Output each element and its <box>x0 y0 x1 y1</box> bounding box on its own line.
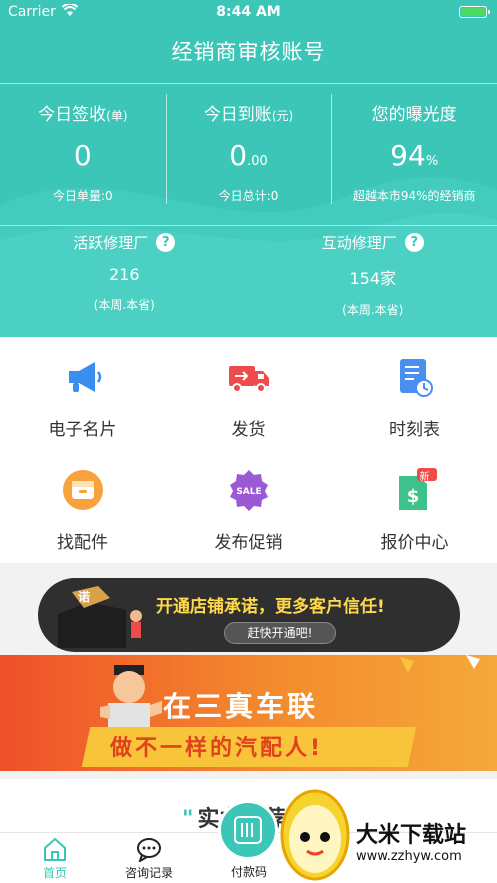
quote-dollar-icon: $ 新 <box>393 468 437 512</box>
barcode-icon <box>234 816 262 844</box>
factory-value: 216 <box>108 265 140 284</box>
stat-sub: 今日单量:0 <box>52 189 113 203</box>
stat-sub: 超越本市94%的经销商 <box>352 189 476 203</box>
new-badge: 新 <box>419 472 430 483</box>
feature-publish-promotion[interactable]: SALE 发布促销 <box>166 450 331 563</box>
tab-consult-records[interactable]: 咨询记录 <box>94 833 204 883</box>
megaphone-icon <box>61 355 105 399</box>
stat-today-received[interactable]: 今日到账(元) 0.00 今日总计:0 <box>165 94 332 206</box>
svg-text:SALE: SALE <box>236 487 261 497</box>
stat-exposure[interactable]: 您的曝光度 94% 超越本市94%的经销商 <box>331 94 497 206</box>
factory-value: 154家 <box>349 269 397 288</box>
watermark-text: 大米下载站 <box>356 823 467 848</box>
watermark-url: www.zzhyw.com <box>356 849 462 864</box>
status-bar: Carrier 8:44 AM <box>0 0 497 24</box>
open-shop-button[interactable]: 赶快开通吧! <box>224 622 336 644</box>
feature-label: 时刻表 <box>389 420 440 440</box>
active-factories[interactable]: 活跃修理厂? 216 (本周.本省) <box>0 232 249 318</box>
stat-label: 您的曝光度 <box>371 105 457 125</box>
feature-grid: 电子名片 发货 时刻表 找配件 SALE 发布促销 $ 新 报价中心 <box>0 337 497 563</box>
stat-unit: (元) <box>271 109 294 123</box>
watermark: 大米下载站 www.zzhyw.com <box>276 783 497 883</box>
parts-box-icon <box>61 468 105 512</box>
svg-text:$: $ <box>406 486 419 507</box>
divider <box>0 83 497 84</box>
feature-schedule[interactable]: 时刻表 <box>332 337 497 450</box>
factory-stats: 活跃修理厂? 216 (本周.本省) 互动修理厂? 154家 (本周.本省) <box>0 232 497 318</box>
stat-value: 94 <box>390 139 426 172</box>
confetti-decoration <box>400 655 480 673</box>
clock: 8:44 AM <box>216 4 281 20</box>
stat-sub: 今日总计:0 <box>218 189 279 203</box>
factory-note: (本周.本省) <box>342 303 404 317</box>
feature-label: 电子名片 <box>48 420 117 440</box>
stats-row: 今日签收(单) 0 今日单量:0 今日到账(元) 0.00 今日总计:0 您的曝… <box>0 94 497 206</box>
app-screen: Carrier 8:44 AM 经销商审核账号 今日签收(单) 0 今日单量:0… <box>0 0 497 883</box>
page-title: 经销商审核账号 <box>171 40 326 64</box>
schedule-icon <box>393 355 437 399</box>
chat-icon <box>136 836 162 864</box>
quote-mark: " <box>182 807 194 832</box>
interactive-factories[interactable]: 互动修理厂? 154家 (本周.本省) <box>249 232 497 318</box>
union-title: 在三真车联 <box>163 690 319 723</box>
factory-label: 互动修理厂 <box>321 234 397 252</box>
stat-label: 今日签收 <box>38 105 107 125</box>
home-icon <box>42 836 68 862</box>
mascot-logo <box>280 789 350 881</box>
promise-badge: 诺 <box>78 590 91 604</box>
feature-label: 发布促销 <box>214 533 283 553</box>
stat-value: 0 <box>229 139 248 172</box>
pay-code-button[interactable] <box>218 800 278 860</box>
stat-value-suffix: % <box>425 154 439 169</box>
factory-note: (本周.本省) <box>93 298 155 312</box>
feature-label: 报价中心 <box>380 533 449 553</box>
feature-find-parts[interactable]: 找配件 <box>0 450 165 563</box>
feature-label: 发货 <box>231 420 266 440</box>
dashboard-header: Carrier 8:44 AM 经销商审核账号 今日签收(单) 0 今日单量:0… <box>0 0 497 337</box>
help-icon[interactable]: ? <box>156 233 176 252</box>
union-banner[interactable]: 在三真车联 做不一样的汽配人! <box>0 655 497 771</box>
help-icon[interactable]: ? <box>404 233 424 252</box>
stat-label: 今日到账 <box>203 105 272 125</box>
union-slogan: 做不一样的汽配人! <box>110 736 324 761</box>
stat-unit: (单) <box>106 109 128 123</box>
tab-label: 咨询记录 <box>124 866 173 880</box>
stat-value-suffix: .00 <box>247 154 268 169</box>
divider <box>0 225 497 226</box>
stat-value: 0 <box>73 139 92 172</box>
stat-today-signed[interactable]: 今日签收(单) 0 今日单量:0 <box>0 94 166 206</box>
feature-delivery[interactable]: 发货 <box>166 337 331 450</box>
feature-business-card[interactable]: 电子名片 <box>0 337 165 450</box>
feature-quote-center[interactable]: $ 新 报价中心 <box>332 450 497 563</box>
factory-label: 活跃修理厂 <box>73 234 149 252</box>
feature-label: 找配件 <box>57 533 108 553</box>
store-illustration <box>58 586 142 648</box>
sale-badge-icon: SALE <box>227 468 271 512</box>
shop-promise-banner[interactable]: 诺 开通店铺承诺，更多客户信任! 赶快开通吧! <box>38 578 460 652</box>
battery-icon <box>459 6 490 18</box>
promise-text: 开通店铺承诺，更多客户信任! <box>156 597 385 617</box>
delivery-truck-icon <box>227 355 271 399</box>
